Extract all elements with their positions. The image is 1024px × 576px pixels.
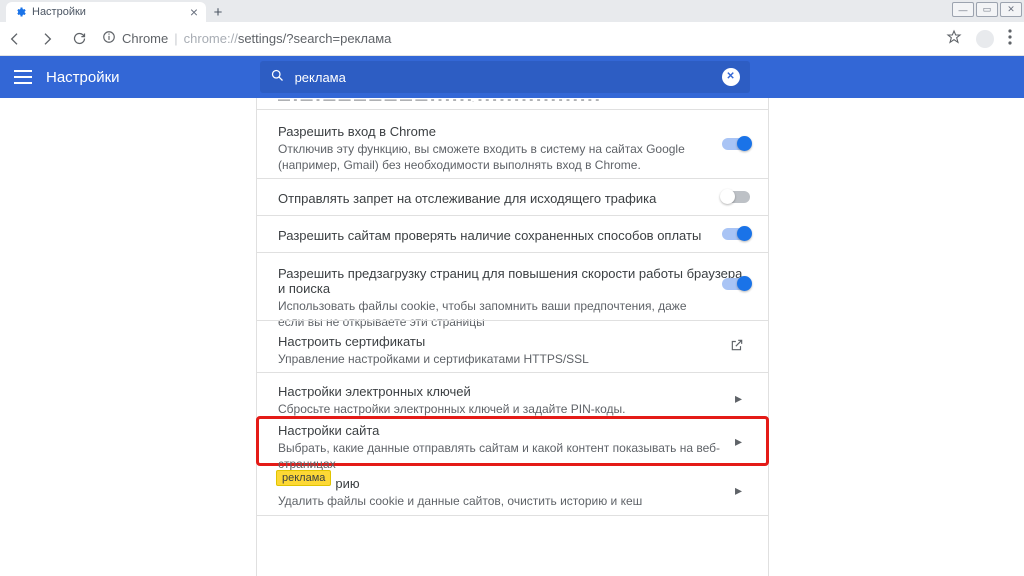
- site-info-icon[interactable]: [102, 30, 116, 47]
- toggle-payments[interactable]: [722, 228, 750, 240]
- row-preload-title: Разрешить предзагрузку страниц для повыш…: [278, 266, 748, 296]
- toggle-preload[interactable]: [722, 278, 750, 290]
- row-certs-title: Настроить сертификаты: [278, 334, 748, 349]
- external-link-icon: [730, 338, 744, 356]
- row-keys-title: Настройки электронных ключей: [278, 384, 748, 399]
- back-button[interactable]: [6, 30, 24, 48]
- settings-content: — - — - — — — — — — — - - - - - -, - - -…: [0, 98, 1024, 576]
- forward-button[interactable]: [38, 30, 56, 48]
- row-truncated-desc: — - — - — — — — — — — - - - - - -, - - -…: [278, 92, 748, 102]
- reload-button[interactable]: [70, 30, 88, 48]
- settings-search[interactable]: ✕: [260, 61, 750, 93]
- page-title: Настройки: [46, 69, 120, 86]
- tab-title: Настройки: [32, 6, 86, 18]
- chevron-right-icon: ▸: [735, 433, 742, 450]
- row-site-title: Настройки сайта: [278, 423, 748, 438]
- window-close-icon[interactable]: ✕: [1000, 2, 1022, 17]
- addr-url: chrome://settings/?search=реклама: [184, 31, 392, 46]
- tab-bar: Настройки × +: [0, 0, 1024, 22]
- addr-prefix: Chrome: [122, 31, 168, 46]
- chevron-right-icon: ▸: [735, 482, 742, 499]
- search-highlight-badge: реклама: [276, 470, 331, 486]
- window-maximize-icon[interactable]: ▭: [976, 2, 998, 17]
- row-certs-desc: Управление настройками и сертификатами H…: [278, 351, 748, 367]
- search-input[interactable]: [295, 70, 712, 85]
- chevron-right-icon: ▸: [735, 390, 742, 407]
- row-chrome-signin-desc: Отключив эту функцию, вы сможете входить…: [278, 141, 698, 173]
- row-clear-data[interactable]: реклама рию Удалить файлы cookie и данны…: [278, 476, 748, 509]
- browser-tab-settings[interactable]: Настройки ×: [6, 2, 206, 22]
- clear-search-button[interactable]: ✕: [722, 68, 740, 86]
- row-chrome-signin-title: Разрешить вход в Chrome: [278, 124, 748, 139]
- new-tab-button[interactable]: +: [206, 2, 230, 22]
- search-icon: [270, 68, 285, 86]
- toggle-chrome-signin[interactable]: [722, 138, 750, 150]
- menu-icon[interactable]: [1008, 29, 1012, 48]
- row-keys[interactable]: Настройки электронных ключей Сбросьте на…: [278, 384, 748, 417]
- row-preload-desc: Использовать файлы cookie, чтобы запомни…: [278, 298, 698, 330]
- row-site-settings[interactable]: Настройки сайта Выбрать, какие данные от…: [278, 423, 748, 472]
- row-site-desc: Выбрать, какие данные отправлять сайтам …: [278, 440, 748, 472]
- hamburger-menu-button[interactable]: [0, 70, 46, 84]
- row-dnt-title: Отправлять запрет на отслеживание для ис…: [278, 191, 748, 206]
- row-clear-desc: Удалить файлы cookie и данные сайтов, оч…: [278, 493, 748, 509]
- row-keys-desc: Сбросьте настройки электронных ключей и …: [278, 401, 748, 417]
- window-minimize-icon[interactable]: —: [952, 2, 974, 17]
- row-certs[interactable]: Настроить сертификаты Управление настрой…: [278, 334, 748, 367]
- row-clear-title-suffix: рию: [335, 476, 359, 491]
- profile-avatar[interactable]: [976, 30, 994, 48]
- row-payments-title: Разрешить сайтам проверять наличие сохра…: [278, 228, 748, 243]
- tab-close-icon[interactable]: ×: [190, 5, 198, 19]
- browser-toolbar: Chrome | chrome://settings/?search=рекла…: [0, 22, 1024, 56]
- toggle-dnt[interactable]: [722, 191, 750, 203]
- star-icon[interactable]: [946, 29, 962, 48]
- address-bar[interactable]: Chrome | chrome://settings/?search=рекла…: [102, 30, 932, 47]
- gear-icon: [14, 6, 26, 18]
